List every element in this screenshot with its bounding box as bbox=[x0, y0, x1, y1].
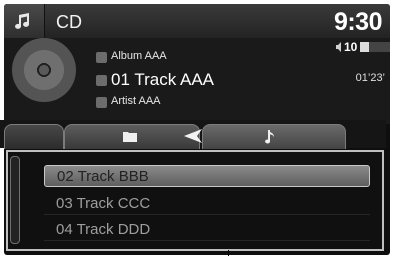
track-icon bbox=[96, 75, 107, 86]
music-note-icon bbox=[15, 13, 30, 29]
volume-bar bbox=[360, 42, 390, 52]
list-item[interactable]: 04 Track DDD bbox=[44, 219, 370, 241]
divider-mark bbox=[228, 250, 229, 256]
artist-name: Artist AAA bbox=[111, 95, 161, 107]
volume-level: 10 bbox=[344, 40, 358, 54]
volume-bar-fill bbox=[360, 42, 369, 52]
list-item[interactable]: 03 Track CCC bbox=[44, 193, 370, 215]
folder-icon bbox=[123, 132, 137, 142]
scrollbar[interactable] bbox=[10, 156, 20, 244]
tab-folder[interactable] bbox=[64, 124, 200, 149]
source-title: CD bbox=[56, 12, 82, 32]
speaker-icon bbox=[336, 42, 341, 52]
track-name: 01 Track AAA bbox=[111, 70, 214, 89]
back-arrow-icon[interactable] bbox=[184, 129, 202, 143]
album-name: Album AAA bbox=[111, 50, 167, 62]
elapsed-time: 01’23’ bbox=[355, 72, 385, 84]
clock: 9:30 bbox=[333, 8, 383, 36]
music-note-icon bbox=[265, 130, 274, 144]
header-bar: CD 9:30 bbox=[4, 4, 390, 38]
tab-music[interactable] bbox=[202, 124, 346, 149]
music-source-tab[interactable] bbox=[4, 4, 45, 38]
list-item[interactable]: 02 Track BBB bbox=[44, 165, 370, 187]
tab-left-edge bbox=[4, 124, 64, 149]
cd-disc-icon bbox=[12, 38, 76, 102]
artist-icon bbox=[96, 97, 107, 108]
album-icon bbox=[96, 52, 107, 63]
